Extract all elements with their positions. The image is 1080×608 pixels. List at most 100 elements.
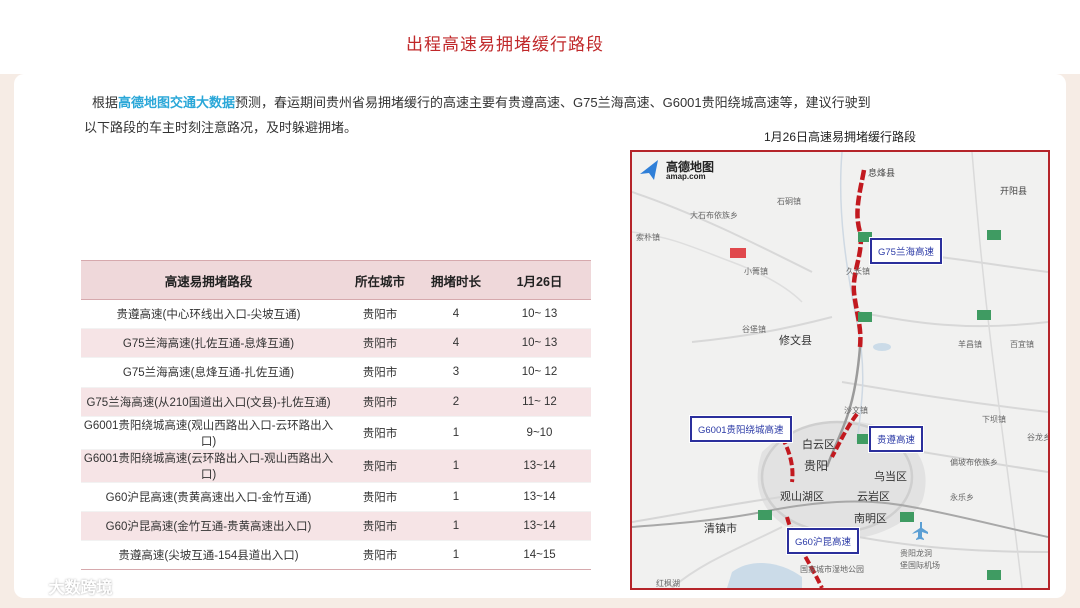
- cell-duration: 1: [424, 540, 488, 570]
- cell-road-section: G6001贵阳绕城高速(观山西路出入口-云环路出入口): [81, 416, 336, 450]
- place-label: 永乐乡: [950, 493, 974, 502]
- cell-road-section: G60沪昆高速(贵黄高速出入口-金竹互通): [81, 482, 336, 512]
- cell-city: 贵阳市: [336, 416, 424, 450]
- congestion-table: 高速易拥堵路段 所在城市 拥堵时长 1月26日 贵遵高速(中心环线出入口-尖坡互…: [81, 260, 591, 570]
- cell-duration: 4: [424, 299, 488, 329]
- table-row: G6001贵阳绕城高速(观山西路出入口-云环路出入口) 贵阳市 1 9~10: [81, 416, 591, 450]
- header-road-section: 高速易拥堵路段: [81, 260, 336, 300]
- cell-road-section: 贵遵高速(尖坡互通-154县道出入口): [81, 540, 336, 570]
- table-row: G60沪昆高速(贵黄高速出入口-金竹互通) 贵阳市 1 13~14: [81, 482, 591, 512]
- cell-time: 11~ 12: [488, 387, 591, 417]
- place-label: 小箐镇: [744, 267, 768, 276]
- table-row: 贵遵高速(尖坡互通-154县道出入口) 贵阳市 1 14~15: [81, 540, 591, 570]
- place-label: 云岩区: [857, 491, 890, 503]
- place-label: 红枫湖: [656, 579, 680, 588]
- watermark: 大数跨境: [14, 574, 112, 599]
- table-row: G75兰海高速(扎佐互通-息烽互通) 贵阳市 4 10~ 13: [81, 328, 591, 358]
- cell-road-section: G75兰海高速(从210国道出入口(文县)-扎佐互通): [81, 387, 336, 417]
- cell-time: 10~ 12: [488, 357, 591, 388]
- callout-g75[interactable]: G75兰海高速: [870, 238, 942, 264]
- cell-city: 贵阳市: [336, 449, 424, 483]
- place-label: 观山湖区: [780, 491, 824, 503]
- place-label: 久长镇: [846, 267, 870, 276]
- cell-time: 13~14: [488, 449, 591, 483]
- cell-road-section: G60沪昆高速(金竹互通-贵黄高速出入口): [81, 511, 336, 541]
- cell-road-section: G75兰海高速(扎佐互通-息烽互通): [81, 328, 336, 358]
- airport-icon: [912, 522, 928, 540]
- cell-duration: 4: [424, 328, 488, 358]
- cell-time: 14~15: [488, 540, 591, 570]
- cell-duration: 3: [424, 357, 488, 388]
- place-label: 国家城市湿地公园: [800, 565, 864, 574]
- intro-line2: 以下路段的车主时刻注意路况，及时躲避拥堵。: [84, 120, 358, 135]
- place-label: 堡国际机场: [900, 561, 940, 570]
- cell-city: 贵阳市: [336, 357, 424, 388]
- cell-road-section: G6001贵阳绕城高速(云环路出入口-观山西路出入口): [81, 449, 336, 483]
- cell-time: 9~10: [488, 416, 591, 450]
- place-label: 清镇市: [704, 523, 737, 535]
- place-label: 索朴镇: [636, 233, 660, 242]
- cell-city: 贵阳市: [336, 482, 424, 512]
- header-date: 1月26日: [488, 260, 591, 300]
- cell-road-section: 贵遵高速(中心环线出入口-尖坡互通): [81, 299, 336, 329]
- cell-duration: 1: [424, 482, 488, 512]
- place-label: 偏坡布依族乡: [950, 458, 998, 467]
- traffic-map[interactable]: 高德地图 amap.com 息烽县 开阳县 大石布依族乡 石硐镇 索朴镇 小箐镇…: [630, 150, 1050, 590]
- cell-duration: 1: [424, 511, 488, 541]
- place-label: 乌当区: [874, 471, 907, 483]
- intro-line1: 预测，春运期间贵州省易拥堵缓行的高速主要有贵遵高速、G75兰海高速、G6001贵…: [235, 95, 871, 110]
- cell-city: 贵阳市: [336, 328, 424, 358]
- cell-city: 贵阳市: [336, 540, 424, 570]
- cell-duration: 1: [424, 416, 488, 450]
- map-caption: 1月26日高速易拥堵缓行路段: [763, 130, 917, 144]
- header-city: 所在城市: [336, 260, 424, 300]
- cell-time: 13~14: [488, 511, 591, 541]
- header-duration: 拥堵时长: [424, 260, 488, 300]
- callout-guizun[interactable]: 贵遵高速: [869, 426, 924, 452]
- place-label: 谷堡镇: [742, 325, 766, 334]
- watermark-text: 大数跨境: [48, 580, 113, 597]
- cell-city: 贵阳市: [336, 299, 424, 329]
- place-label: 南明区: [854, 513, 887, 525]
- place-label: 白云区: [802, 439, 835, 451]
- place-label: 谷龙乡: [1027, 433, 1050, 442]
- highway-shield: [987, 230, 1001, 240]
- cell-time: 10~ 13: [488, 328, 591, 358]
- highway-shield: [977, 310, 991, 320]
- highway-shield: [900, 512, 914, 522]
- highway-shield: [730, 248, 746, 258]
- place-label: 开阳县: [1000, 186, 1028, 196]
- table-row: 贵遵高速(中心环线出入口-尖坡互通) 贵阳市 4 10~ 13: [81, 299, 591, 329]
- cell-city: 贵阳市: [336, 387, 424, 417]
- cell-road-section: G75兰海高速(息烽互通-扎佐互通): [81, 357, 336, 388]
- cell-duration: 2: [424, 387, 488, 417]
- highway-shield: [987, 570, 1001, 580]
- cell-duration: 1: [424, 449, 488, 483]
- data-source-highlight: 高德地图交通大数据: [118, 95, 236, 110]
- place-label: 下坝镇: [982, 415, 1006, 424]
- callout-g6001[interactable]: G6001贵阳绕城高速: [690, 416, 792, 442]
- highway-shield: [858, 312, 872, 322]
- table-row: G75兰海高速(从210国道出入口(文县)-扎佐互通) 贵阳市 2 11~ 12: [81, 387, 591, 417]
- place-label: 贵阳龙洞: [900, 549, 932, 558]
- table-header-row: 高速易拥堵路段 所在城市 拥堵时长 1月26日: [81, 260, 591, 300]
- place-label: 百宜镇: [1010, 340, 1034, 349]
- watermark-logo-icon: [15, 581, 41, 596]
- highway-shield: [758, 510, 772, 520]
- place-label: 石硐镇: [777, 197, 801, 206]
- callout-g60[interactable]: G60沪昆高速: [787, 528, 859, 554]
- page-title: 出程高速易拥堵缓行路段: [406, 35, 604, 55]
- city-label: 贵阳: [804, 459, 829, 473]
- place-label: 沙文镇: [844, 406, 868, 415]
- place-label: 修文县: [779, 335, 812, 347]
- table-row: G6001贵阳绕城高速(云环路出入口-观山西路出入口) 贵阳市 1 13~14: [81, 449, 591, 483]
- place-label: 羊昌镇: [958, 340, 982, 349]
- cell-time: 10~ 13: [488, 299, 591, 329]
- intro-prefix: 根据: [92, 95, 119, 110]
- place-label: 息烽县: [868, 168, 896, 178]
- table-row: G75兰海高速(息烽互通-扎佐互通) 贵阳市 3 10~ 12: [81, 357, 591, 388]
- place-label: 大石布依族乡: [690, 211, 738, 220]
- amap-logo-url: amap.com: [666, 172, 706, 181]
- table-row: G60沪昆高速(金竹互通-贵黄高速出入口) 贵阳市 1 13~14: [81, 511, 591, 541]
- cell-city: 贵阳市: [336, 511, 424, 541]
